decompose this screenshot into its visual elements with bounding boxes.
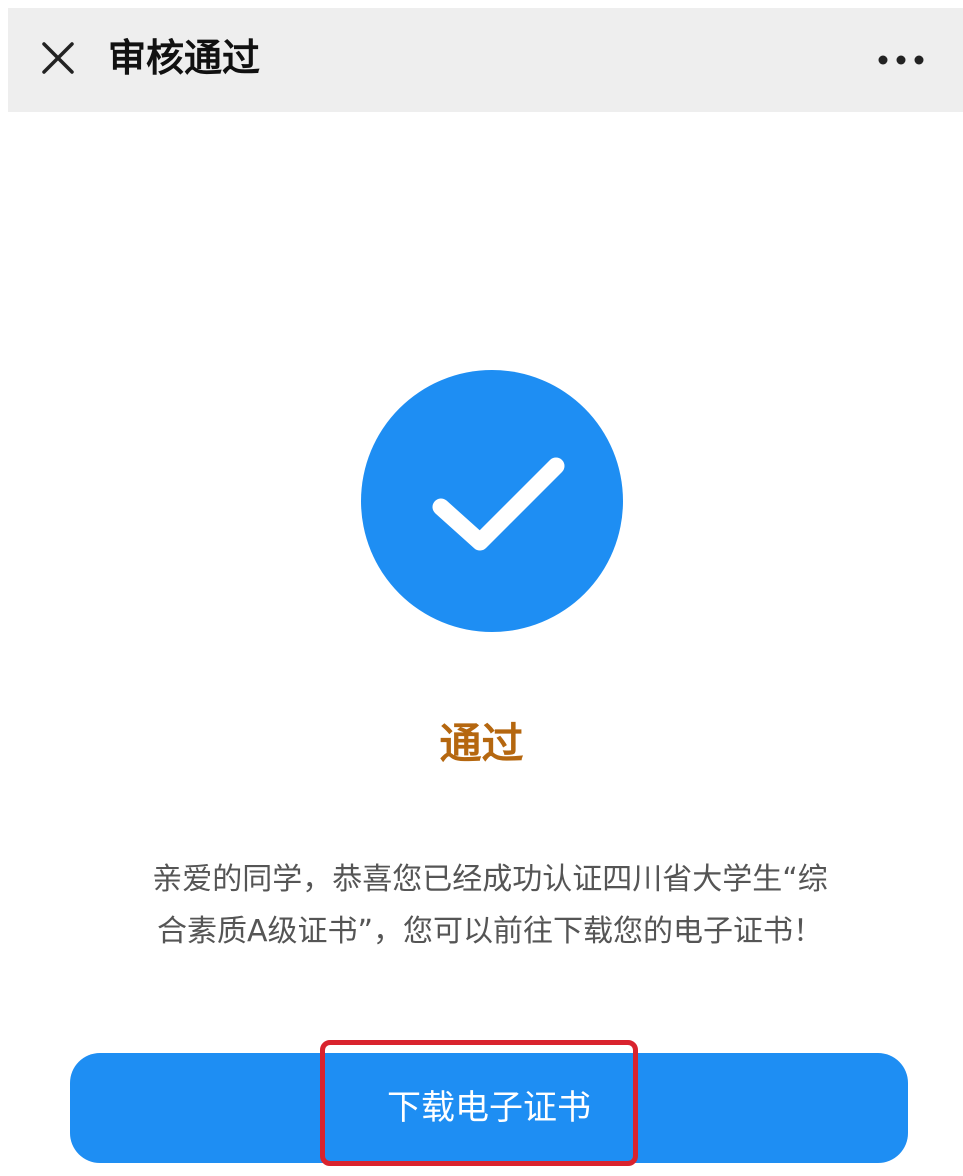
page-title: 审核通过 <box>108 36 261 80</box>
message-line-1: 亲爱的同学，恭喜您已经成功认证四川省大学生“综 <box>152 862 828 897</box>
more-options-button[interactable] <box>877 52 925 68</box>
check-circle-icon <box>361 370 623 632</box>
close-button[interactable] <box>38 38 78 78</box>
status-label: 通过 <box>439 719 524 768</box>
more-horizontal-icon <box>878 55 924 65</box>
congratulation-message: 亲爱的同学，恭喜您已经成功认证四川省大学生“综 合素质A级证书”，您可以前往下载… <box>90 854 890 958</box>
navigation-bar: 审核通过 <box>8 8 963 112</box>
download-certificate-label: 下载电子证书 <box>387 1088 591 1128</box>
download-certificate-button[interactable]: 下载电子证书 <box>70 1053 908 1163</box>
message-line-2: 合素质A级证书”，您可以前往下载您的电子证书！ <box>156 914 824 949</box>
close-icon <box>42 42 74 74</box>
